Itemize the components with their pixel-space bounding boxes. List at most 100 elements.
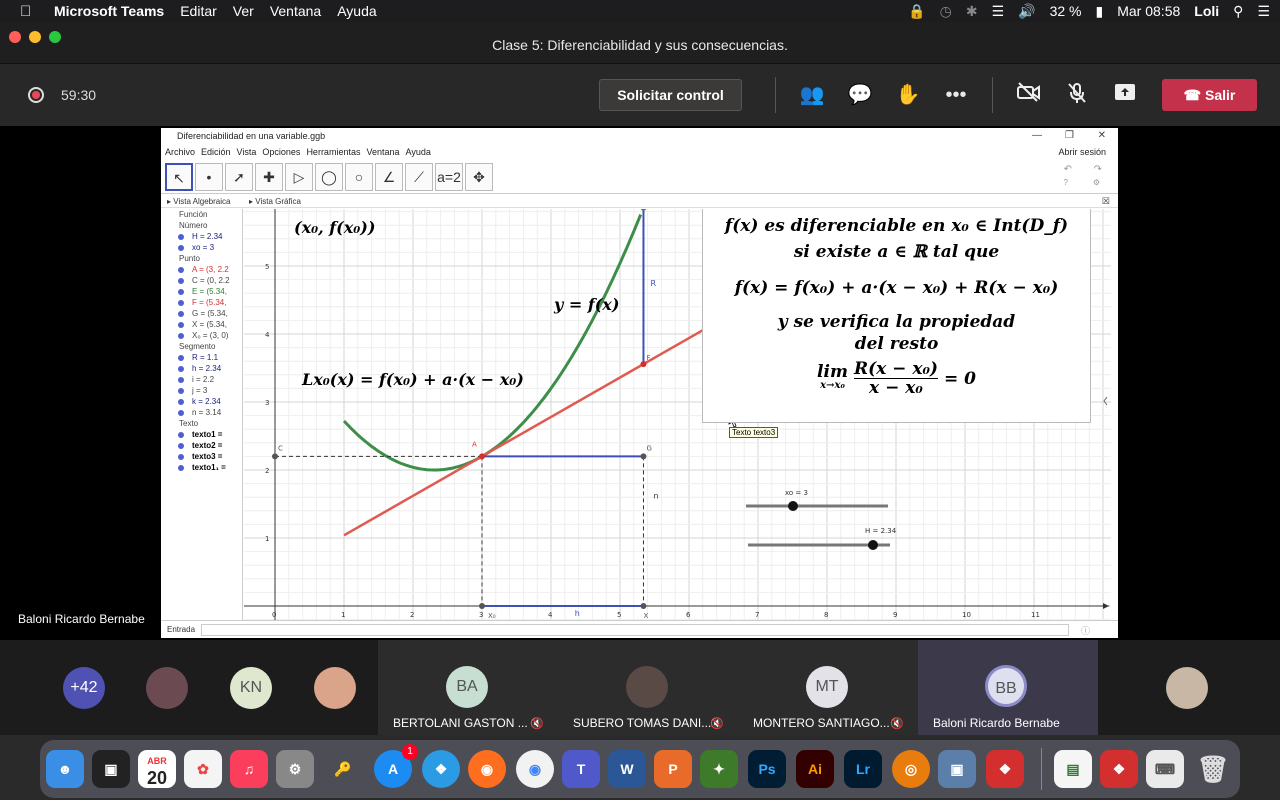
undo-icon[interactable]: ↶ [1064, 164, 1072, 175]
algebra-item[interactable]: G = (5.34, [161, 308, 242, 319]
photoshop-icon[interactable]: Ps [748, 750, 786, 788]
gg-menu-herramientas[interactable]: Herramientas [306, 144, 360, 160]
algebra-item[interactable]: n = 3.14 [161, 407, 242, 418]
participants-icon[interactable]: 👥 [799, 82, 825, 108]
more-actions-icon[interactable]: ••• [943, 82, 969, 108]
chat-icon[interactable]: 💬 [847, 82, 873, 108]
gg-menu-vista[interactable]: Vista [237, 144, 257, 160]
menu-editar[interactable]: Editar [180, 3, 217, 19]
participant-tile-mt[interactable]: MT MONTERO SANTIAGO... 🔇 [738, 640, 918, 735]
time-machine-icon[interactable]: ◷ [940, 3, 952, 20]
algebra-item[interactable]: E = (5.34, [161, 286, 242, 297]
music-icon[interactable]: ♫ [230, 750, 268, 788]
algebra-item[interactable]: texto2 = [161, 440, 242, 451]
gg-menu-archivo[interactable]: Archivo [165, 144, 195, 160]
battery-label[interactable]: 32 % [1050, 3, 1082, 19]
visibility-bullet-icon[interactable] [178, 311, 184, 317]
menu-ventana[interactable]: Ventana [270, 3, 321, 19]
input-help-icon[interactable]: ⓘ [1081, 624, 1090, 637]
graphics-view[interactable]: 0123456789101112345CAEFGRnhX₀X(x₀, f(x₀)… [244, 209, 1111, 620]
request-control-button[interactable]: Solicitar control [599, 79, 742, 111]
powerpoint-icon[interactable]: P [654, 750, 692, 788]
visibility-bullet-icon[interactable] [178, 388, 184, 394]
participant-tile-bb[interactable]: BB Baloni Ricardo Bernabe [918, 640, 1098, 735]
apple-icon[interactable]:  [20, 3, 38, 20]
visibility-bullet-icon[interactable] [178, 245, 184, 251]
visibility-bullet-icon[interactable] [178, 267, 184, 273]
restore-icon[interactable]: ❐ [1065, 128, 1074, 144]
teams-icon[interactable]: T [562, 750, 600, 788]
gg-menu-ventana[interactable]: Ventana [366, 144, 399, 160]
algebra-view-title[interactable]: ▸ Vista Algebraica [167, 197, 230, 206]
menu-ayuda[interactable]: Ayuda [337, 3, 376, 19]
circle-tool-icon[interactable]: ◯ [315, 163, 343, 191]
algebra-item[interactable]: texto1₁ = [161, 462, 242, 473]
more-participants-badge[interactable]: +42 [63, 667, 105, 709]
line-tool-icon[interactable]: ➚ [225, 163, 253, 191]
participant-photo-avatar[interactable] [314, 667, 356, 709]
system-preferences-icon[interactable]: ⚙ [276, 750, 314, 788]
close-icon[interactable]: ✕ [1098, 128, 1106, 144]
sign-in-link[interactable]: Abrir sesión [1058, 144, 1106, 160]
gg-menu-opciones[interactable]: Opciones [262, 144, 300, 160]
participant-photo-avatar[interactable] [1166, 667, 1208, 709]
participant-tile-st[interactable]: SUBERO TOMAS DANI... 🔇 [558, 640, 738, 735]
keychain-icon[interactable]: 🔑 [324, 750, 362, 788]
move-view-tool-icon[interactable]: ✥ [465, 163, 493, 191]
gg-menu-edicion[interactable]: Edición [201, 144, 231, 160]
pdf-file-icon[interactable]: ❖ [1100, 750, 1138, 788]
document-icon[interactable]: ▤ [1054, 750, 1092, 788]
visibility-bullet-icon[interactable] [178, 289, 184, 295]
raise-hand-icon[interactable]: ✋ [895, 82, 921, 108]
visibility-bullet-icon[interactable] [178, 465, 184, 471]
algebra-item[interactable]: C = (0, 2.2 [161, 275, 242, 286]
redo-icon[interactable]: ↷ [1094, 164, 1102, 175]
volume-icon[interactable]: 🔊 [1018, 3, 1035, 20]
ellipse-tool-icon[interactable]: ○ [345, 163, 373, 191]
graphics-view-title[interactable]: ▸ Vista Gráfica [249, 197, 301, 206]
blender-icon[interactable]: ◎ [892, 750, 930, 788]
illustrator-icon[interactable]: Ai [796, 750, 834, 788]
bluetooth-icon[interactable]: ✱ [966, 3, 978, 20]
trash-icon[interactable]: 🗑 [1194, 750, 1232, 788]
visibility-bullet-icon[interactable] [178, 322, 184, 328]
lightroom-icon[interactable]: Lr [844, 750, 882, 788]
clock[interactable]: Mar 08:58 [1117, 3, 1180, 19]
algebra-item[interactable]: k = 2.34 [161, 396, 242, 407]
visibility-bullet-icon[interactable] [178, 410, 184, 416]
algebra-item[interactable]: xo = 3 [161, 242, 242, 253]
participant-tile-ba[interactable]: BA BERTOLANI GASTON ... 🔇 [378, 640, 558, 735]
algebra-item[interactable]: R = 1.1 [161, 352, 242, 363]
visibility-bullet-icon[interactable] [178, 278, 184, 284]
wifi-icon[interactable]: ☰ [992, 3, 1005, 20]
visibility-bullet-icon[interactable] [178, 454, 184, 460]
help-icon[interactable]: ? [1064, 178, 1068, 187]
calendar-icon[interactable]: ABR 20 [138, 750, 176, 788]
algebra-item[interactable]: j = 3 [161, 385, 242, 396]
settings-icon[interactable]: ⚙ [1093, 178, 1100, 187]
mic-off-icon[interactable] [1064, 82, 1090, 108]
angle-tool-icon[interactable]: ∠ [375, 163, 403, 191]
polygon-tool-icon[interactable]: ▷ [285, 163, 313, 191]
visibility-bullet-icon[interactable] [178, 443, 184, 449]
visibility-bullet-icon[interactable] [178, 333, 184, 339]
firefox-icon[interactable]: ◉ [468, 750, 506, 788]
control-center-icon[interactable]: ☰ [1257, 3, 1270, 20]
input-field[interactable] [201, 624, 1069, 636]
reflect-tool-icon[interactable]: ⟋ [405, 163, 433, 191]
photo-booth-icon[interactable]: ▣ [92, 750, 130, 788]
visibility-bullet-icon[interactable] [178, 300, 184, 306]
word-icon[interactable]: W [608, 750, 646, 788]
close-view-icon[interactable]: ☒ [1102, 196, 1110, 207]
slider-tool-icon[interactable]: a=2 [435, 163, 463, 191]
visibility-bullet-icon[interactable] [178, 366, 184, 372]
visibility-bullet-icon[interactable] [178, 377, 184, 383]
visibility-bullet-icon[interactable] [178, 234, 184, 240]
participant-photo-avatar[interactable] [146, 667, 188, 709]
lock-icon[interactable]: 🔒 [908, 3, 925, 20]
perpendicular-tool-icon[interactable]: ✚ [255, 163, 283, 191]
leave-button[interactable]: ☎ Salir [1162, 79, 1257, 111]
algebra-item[interactable]: X = (5.34, [161, 319, 242, 330]
visibility-bullet-icon[interactable] [178, 399, 184, 405]
algebra-item[interactable]: texto3 = [161, 451, 242, 462]
